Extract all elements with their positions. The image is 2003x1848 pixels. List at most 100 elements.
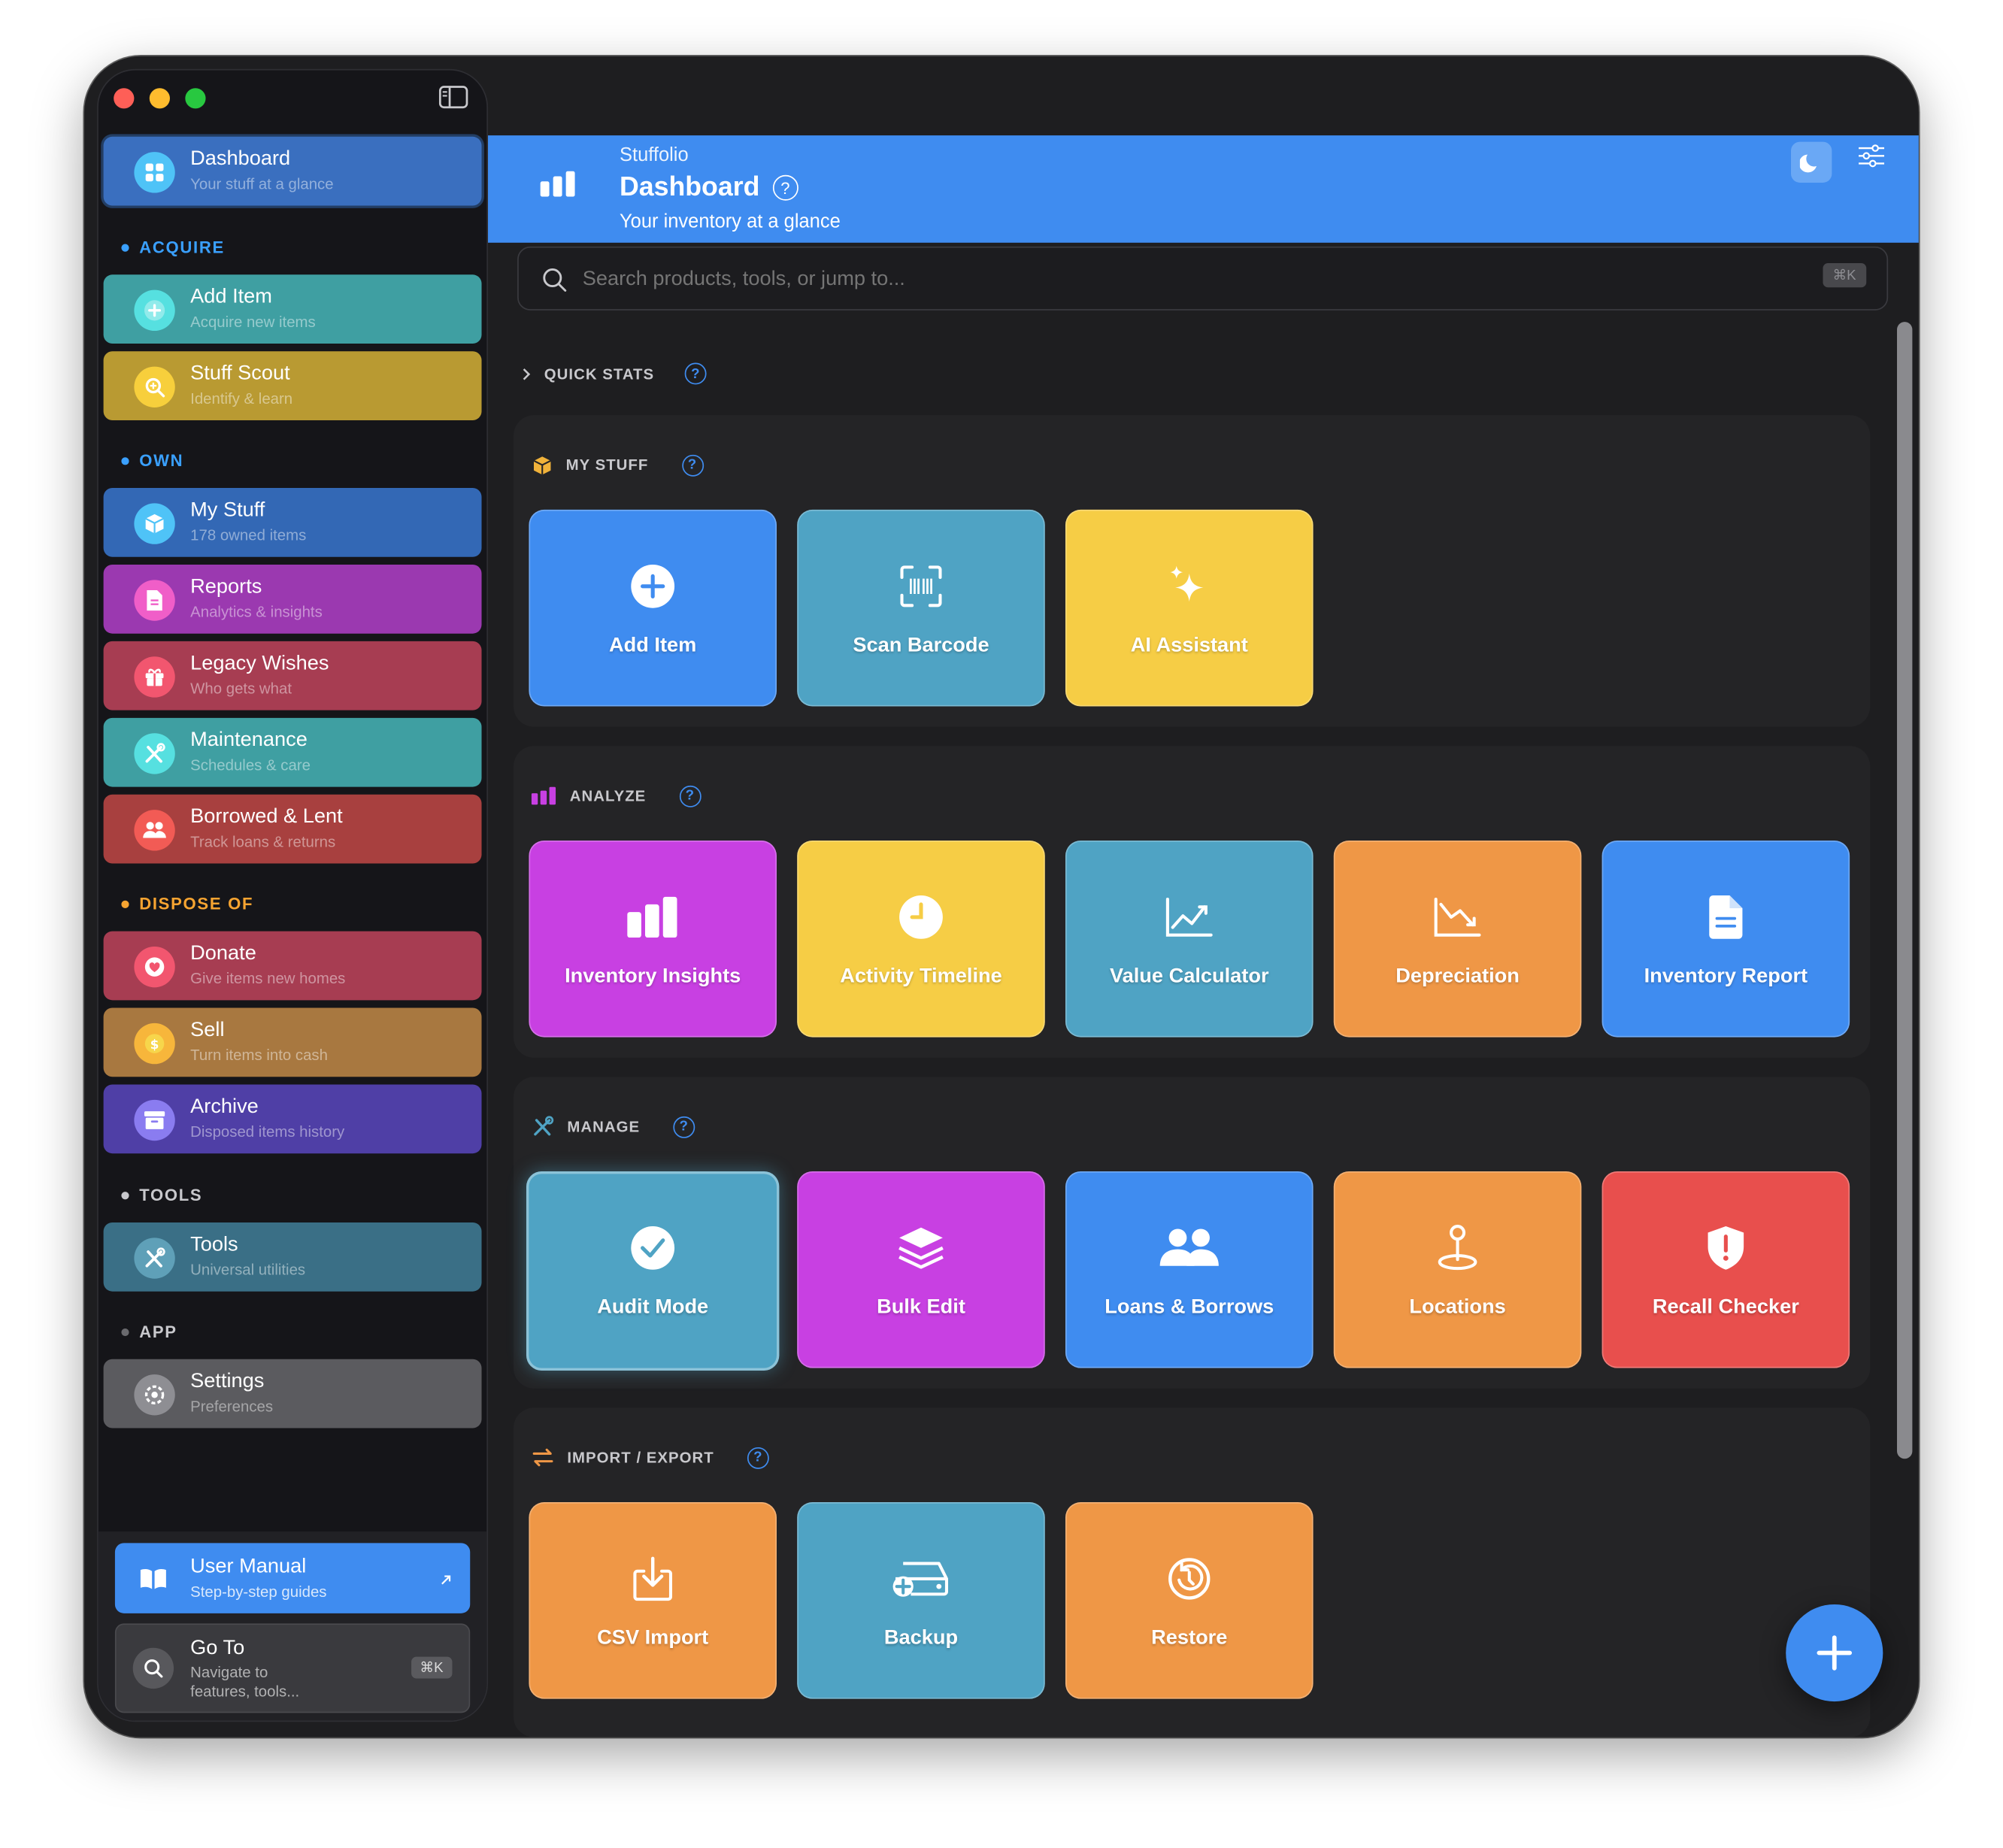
- user-manual-button[interactable]: User Manual Step-by-step guides: [114, 1543, 471, 1613]
- tile-label: AI Assistant: [1130, 635, 1248, 657]
- sidebar-toggle-icon[interactable]: [438, 84, 469, 110]
- tile-locations[interactable]: Locations: [1333, 1171, 1582, 1368]
- quick-stats-toggle[interactable]: QUICK STATS ?: [521, 362, 707, 385]
- sidebar-item-label: Maintenance: [190, 729, 308, 752]
- checkmark-circle-icon: [627, 1222, 678, 1274]
- sidebar-item-my-stuff[interactable]: My Stuff 178 owned items: [103, 488, 482, 557]
- sidebar-item-settings[interactable]: Settings Preferences: [103, 1359, 482, 1428]
- sidebar-item-add-item[interactable]: Add Item Acquire new items: [103, 274, 482, 344]
- layers-icon: [895, 1222, 947, 1274]
- wrench-screwdriver-icon: [534, 1116, 554, 1136]
- tile-label: Activity Timeline: [840, 965, 1002, 988]
- sidebar-item-sublabel: Acquire new items: [190, 313, 316, 332]
- tile-bulk-edit[interactable]: Bulk Edit: [797, 1171, 1045, 1368]
- sidebar-item-stuff-scout[interactable]: Stuff Scout Identify & learn: [103, 351, 482, 420]
- tile-depreciation[interactable]: Depreciation: [1333, 840, 1582, 1038]
- sidebar-item-sublabel: Your stuff at a glance: [190, 174, 334, 193]
- go-to-shortcut-badge: ⌘K: [411, 1656, 453, 1679]
- grid-icon: [134, 152, 175, 193]
- sidebar-item-label: My Stuff: [190, 499, 265, 522]
- tile-recall-checker[interactable]: Recall Checker: [1601, 1171, 1850, 1368]
- sidebar-item-sublabel: Turn items into cash: [190, 1046, 328, 1065]
- sparkles-icon: [1164, 561, 1215, 612]
- scrollbar[interactable]: [1897, 322, 1913, 1459]
- sidebar-item-sell[interactable]: $ Sell Turn items into cash: [103, 1007, 482, 1077]
- sidebar-item-sublabel: Disposed items history: [190, 1122, 345, 1141]
- arrows-exchange-icon: [532, 1448, 553, 1467]
- people-icon: [1157, 1222, 1221, 1274]
- sidebar-item-sublabel: Universal utilities: [190, 1260, 306, 1279]
- external-link-icon: [439, 1570, 452, 1593]
- close-window-button[interactable]: [114, 88, 135, 109]
- minimize-window-button[interactable]: [149, 88, 170, 109]
- restore-icon: [1164, 1553, 1215, 1604]
- tile-scan-barcode[interactable]: Scan Barcode: [797, 509, 1045, 707]
- search-input[interactable]: [582, 264, 1732, 295]
- zoom-window-button[interactable]: [185, 88, 206, 109]
- tile-value-calculator[interactable]: Value Calculator: [1065, 840, 1314, 1038]
- tile-label: Locations: [1409, 1296, 1506, 1319]
- sidebar-item-label: Sell: [190, 1019, 225, 1041]
- tile-inventory-report[interactable]: Inventory Report: [1601, 840, 1850, 1038]
- wrench-screwdriver-icon: [134, 1238, 175, 1279]
- help-icon[interactable]: ?: [772, 174, 798, 201]
- svg-text:$: $: [150, 1038, 159, 1053]
- sidebar-item-label: Tools: [190, 1234, 238, 1256]
- sidebar-item-borrowed-lent[interactable]: Borrowed & Lent Track loans & returns: [103, 794, 482, 864]
- sidebar-item-dashboard[interactable]: Dashboard Your stuff at a glance: [103, 136, 482, 206]
- search-bar[interactable]: ⌘K: [517, 246, 1889, 311]
- section-my-stuff: MY STUFF ? Add Item Scan Barcode AI Assi…: [513, 415, 1871, 727]
- sidebar-item-label: Archive: [190, 1095, 259, 1118]
- tile-ai-assistant[interactable]: AI Assistant: [1065, 509, 1314, 707]
- people-icon: [134, 810, 175, 851]
- sidebar-item-sublabel: Track loans & returns: [190, 832, 336, 851]
- go-to-button[interactable]: Go To Navigate to features, tools... ⌘K: [114, 1623, 471, 1713]
- sidebar-item-maintenance[interactable]: Maintenance Schedules & care: [103, 717, 482, 787]
- window-controls: [114, 88, 206, 109]
- sidebar-item-reports[interactable]: Reports Analytics & insights: [103, 564, 482, 634]
- sidebar-item-archive[interactable]: Archive Disposed items history: [103, 1084, 482, 1154]
- page-subtitle: Your inventory at a glance: [620, 211, 841, 233]
- quick-stats-label: QUICK STATS: [544, 365, 655, 383]
- dark-mode-toggle[interactable]: [1790, 141, 1832, 183]
- shield-alert-icon: [1700, 1222, 1751, 1274]
- plus-icon: [1817, 1635, 1853, 1671]
- tile-audit-mode[interactable]: Audit Mode: [526, 1171, 780, 1371]
- help-icon[interactable]: ?: [681, 453, 704, 476]
- tile-label: Audit Mode: [597, 1296, 709, 1319]
- tile-label: Value Calculator: [1110, 965, 1269, 988]
- add-floating-button[interactable]: [1786, 1604, 1883, 1702]
- archive-box-icon: [134, 1099, 175, 1141]
- help-icon[interactable]: ?: [679, 785, 702, 807]
- sidebar-item-sublabel: Schedules & care: [190, 756, 311, 774]
- bar-chart-icon: [539, 171, 577, 203]
- tile-loans-borrows[interactable]: Loans & Borrows: [1065, 1171, 1314, 1368]
- section-title: MANAGE: [567, 1117, 641, 1136]
- sidebar-item-tools[interactable]: Tools Universal utilities: [103, 1222, 482, 1292]
- tile-backup[interactable]: Backup: [797, 1502, 1045, 1699]
- sidebar-item-donate[interactable]: Donate Give items new homes: [103, 931, 482, 1001]
- help-icon[interactable]: ?: [673, 1116, 695, 1138]
- sidebar-item-label: Borrowed & Lent: [190, 806, 343, 828]
- tile-add-item[interactable]: Add Item: [529, 509, 777, 707]
- sliders-icon[interactable]: [1857, 143, 1885, 174]
- help-icon[interactable]: ?: [747, 1447, 769, 1469]
- section-manage: MANAGE ? Audit Mode Bulk Edit Loans & Bo…: [513, 1077, 1871, 1389]
- sidebar-item-label: Reports: [190, 576, 262, 598]
- tile-label: Backup: [883, 1627, 959, 1650]
- plus-circle-icon: [134, 289, 175, 332]
- section-dispose-of: DISPOSE OF: [121, 894, 253, 913]
- sidebar-item-sublabel: 178 owned items: [190, 526, 307, 544]
- tile-activity-timeline[interactable]: Activity Timeline: [797, 840, 1045, 1038]
- barcode-scan-icon: [895, 561, 947, 612]
- gear-icon: [134, 1374, 175, 1416]
- tile-restore[interactable]: Restore: [1065, 1502, 1314, 1699]
- tile-inventory-insights[interactable]: Inventory Insights: [529, 840, 777, 1038]
- tile-csv-import[interactable]: CSV Import: [529, 1502, 777, 1699]
- magnifier-sparkle-icon: [134, 366, 175, 407]
- sidebar-item-legacy-wishes[interactable]: Legacy Wishes Who gets what: [103, 641, 482, 710]
- search-icon: [132, 1647, 174, 1689]
- help-icon[interactable]: ?: [684, 362, 707, 385]
- page-header: Stuffolio Dashboard ? Your inventory at …: [488, 135, 1919, 243]
- go-to-sublabel-2: features, tools...: [190, 1682, 300, 1701]
